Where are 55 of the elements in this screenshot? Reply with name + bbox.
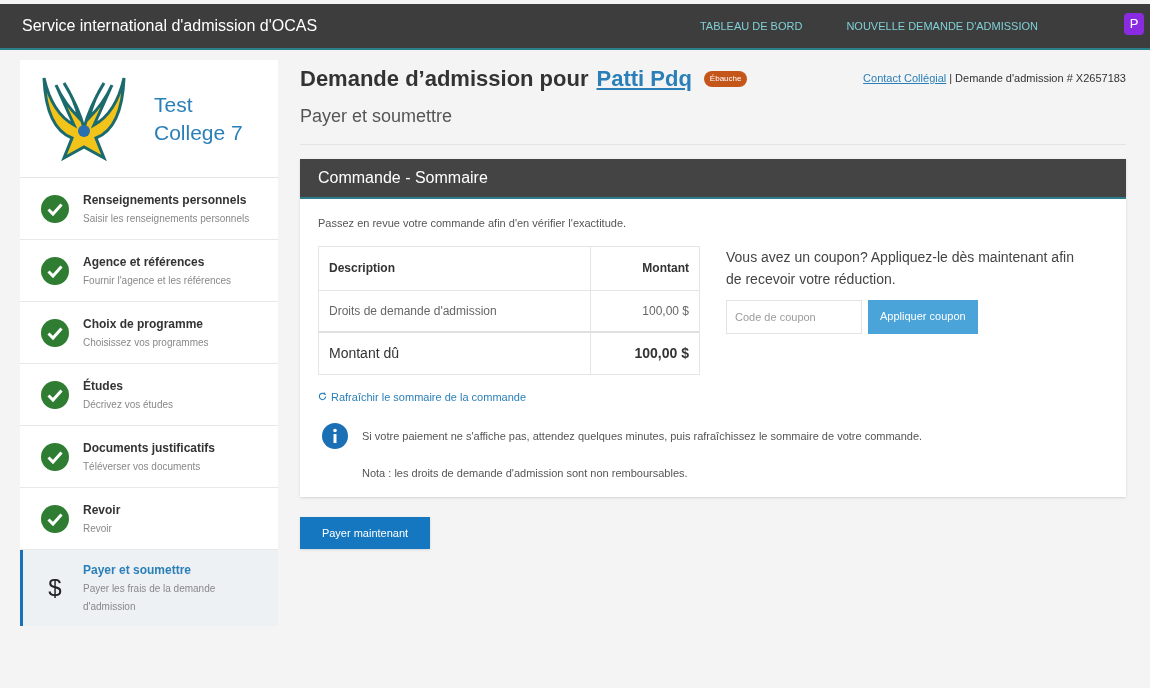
page-heading: Demande d’admission pour [300,65,589,93]
page-subtitle: Payer et soumettre [300,103,1126,145]
coupon-prompt: Vous avez un coupon? Appliquez-le dès maintenant afin de recevoir votre réduction. [726,247,1075,289]
step-title: Choix de programme [83,315,205,333]
table-cell: 100,00 $ [590,290,700,332]
step-item[interactable]: Documents justificatifs Téléverser vos documents [20,426,278,488]
check-circle-icon [41,256,69,285]
college-name: Test College 7 [154,91,244,146]
card-title: Commande - Sommaire [318,168,488,188]
step-icon: $ [41,570,69,606]
step-title: Renseignements personnels [83,191,248,209]
refresh-icon [318,392,327,402]
contact-link[interactable]: Contact Collégial [863,70,947,87]
check-circle-icon [41,380,69,409]
step-title: Études [83,377,124,395]
check-circle-icon [41,504,69,533]
nav-link[interactable]: TABLEAU DE BORD [699,17,803,35]
user-avatar[interactable]: P [1124,13,1144,35]
nav-link[interactable]: NOUVELLE DEMANDE D'ADMISSION [846,17,1038,35]
step-title: Revoir [83,501,121,519]
step-subtitle: Saisir les renseignements personnels [83,211,250,226]
info-message: Si votre paiement ne s'affiche pas, attendez quelques minutes, puis rafraîchissez le sommaire de votre commande. [362,429,923,444]
intro-text: Passez en revue votre commande afin d'en vérifier l'exactitude. [318,216,628,231]
step-item[interactable]: Études Décrivez vos études [20,364,278,426]
step-item[interactable]: Agence et références Fournir l'agence et les références [20,240,278,302]
note-text: Nota : les droits de demande d'admission sont non remboursables. [362,465,689,481]
table-cell: 100,00 $ [590,332,700,374]
step-title: Agence et références [83,253,206,271]
step-item[interactable]: $ Payer et soumettre Payer les frais de la demande d'admission [20,550,278,626]
site-title: Service international d'admission d'OCAS [22,16,318,36]
step-subtitle: Revoir [83,521,113,536]
separator: | [949,71,953,87]
step-item[interactable]: Revoir Revoir [20,488,278,550]
step-item[interactable]: Choix de programme Choisissez vos programmes [20,302,278,364]
step-subtitle: Payer les frais de la demande d'admission [83,582,217,614]
table-cell: Droits de demande d'admission [318,290,591,332]
column-header: Montant [590,246,700,290]
check-circle-icon [41,318,69,347]
column-header: Description [318,246,591,290]
step-subtitle: Fournir l'agence et les références [83,273,232,288]
step-subtitle: Décrivez vos études [83,397,174,412]
check-circle-icon [41,194,69,223]
step-title: Payer et soumettre [83,562,193,579]
pay-now-button[interactable]: Payer maintenant [300,517,430,549]
application-number: Demande d'admission # X2657183 [955,71,1126,87]
applicant-link[interactable]: Patti Pdq [596,62,692,95]
step-subtitle: Choisissez vos programmes [83,335,209,350]
coupon-field[interactable]: Code de coupon [726,299,862,334]
step-subtitle: Téléverser vos documents [83,459,202,474]
status-badge: Ébauche [703,70,748,87]
step-item[interactable]: Renseignements personnels Saisir les renseignements personnels [20,178,278,240]
step-title: Documents justificatifs [83,439,216,457]
info-icon [322,423,348,449]
check-circle-icon [41,442,69,471]
table-cell: Montant dû [318,332,591,374]
